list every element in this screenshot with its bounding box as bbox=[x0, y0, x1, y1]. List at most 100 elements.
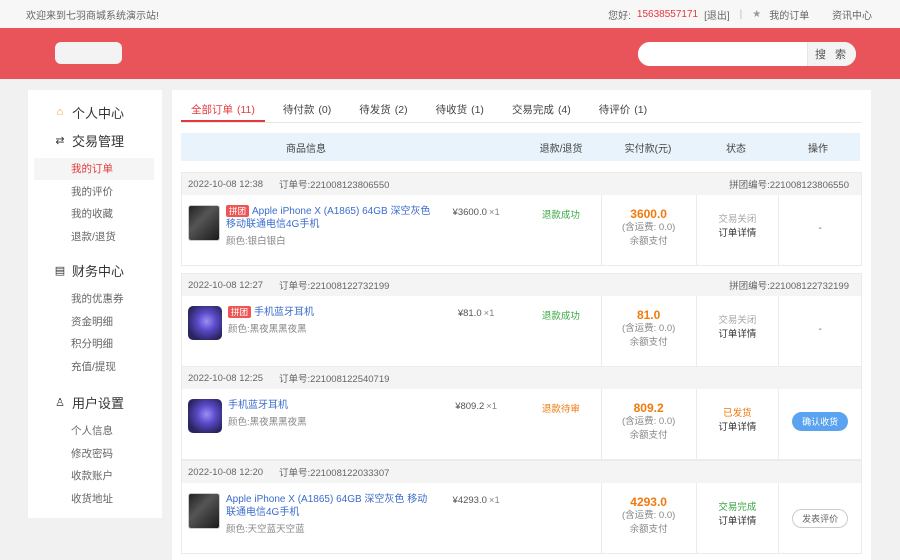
tab-label: 待发货 bbox=[359, 104, 391, 116]
tab-label: 交易完成 bbox=[511, 104, 554, 116]
news-center-link[interactable]: 资讯中心 bbox=[832, 7, 872, 22]
header-paid: 实付款(元) bbox=[624, 143, 672, 155]
paid-cell: 4293.0 (含运费: 0.0) 余额支付 bbox=[602, 483, 697, 553]
tab-count: (1) bbox=[634, 104, 648, 116]
sidebar-item[interactable]: 我的优惠券 bbox=[34, 288, 154, 310]
star-icon: ★ bbox=[752, 8, 762, 20]
product-info: 拼团 手机蓝牙耳机 颜色:黑夜黑黑夜黑 bbox=[228, 306, 314, 366]
product-name-link[interactable]: 手机蓝牙耳机 bbox=[228, 400, 288, 411]
group-number-label: 拼团编号: bbox=[729, 180, 770, 191]
my-orders-link[interactable]: 我的订单 bbox=[769, 7, 809, 22]
site-logo[interactable] bbox=[55, 42, 122, 64]
order-header: 2022-10-08 12:25 订单号:221008122540719 bbox=[182, 367, 861, 389]
tab-count: (1) bbox=[471, 104, 484, 116]
product-color: 颜色:黑夜黑黑夜黑 bbox=[228, 324, 307, 335]
order-tab[interactable]: 待付款 (0) bbox=[273, 98, 341, 122]
top-bar: 欢迎来到七羽商城系统演示站! 您好: 15638557171 [退出] | ★ … bbox=[0, 0, 900, 29]
search-button[interactable]: 搜 索 bbox=[807, 42, 856, 66]
paid-amount: 3600.0 bbox=[630, 207, 667, 221]
order-body: Apple iPhone X (A1865) 64GB 深空灰色 移动联通电信4… bbox=[182, 483, 861, 553]
group-number: 拼团编号:221008123806550 bbox=[729, 177, 849, 191]
write-review-button[interactable]: 发表评价 bbox=[792, 509, 849, 528]
sidebar-group-title: ♙ 用户设置 bbox=[28, 390, 124, 414]
action-cell: 确认收货 bbox=[779, 389, 861, 459]
paid-amount: 809.2 bbox=[633, 401, 664, 415]
product-name-link[interactable]: 手机蓝牙耳机 bbox=[254, 307, 314, 318]
price-cell: ¥4293.0 ×1 bbox=[431, 483, 521, 553]
user-phone[interactable]: 15638557171 bbox=[637, 9, 698, 20]
sidebar-item[interactable]: 我的订单 bbox=[34, 158, 154, 180]
phone-thumbnail[interactable] bbox=[188, 493, 220, 529]
no-action: - bbox=[818, 324, 822, 335]
product-name-row: 拼团 手机蓝牙耳机 bbox=[228, 306, 314, 319]
exchange-icon: ⇄ bbox=[55, 134, 65, 147]
order-tab[interactable]: 交易完成 (4) bbox=[502, 98, 581, 122]
order-number-label: 订单号: bbox=[279, 281, 311, 292]
tab-count: (11) bbox=[237, 104, 255, 116]
product-name-row: 拼团 Apple iPhone X (A1865) 64GB 深空灰色 移动联通电… bbox=[226, 205, 431, 231]
logout-link[interactable]: [退出] bbox=[704, 7, 730, 22]
order-date: 2022-10-08 12:25 bbox=[188, 372, 264, 384]
payment-method: 余额支付 bbox=[629, 236, 668, 247]
refund-status: 退款成功 bbox=[541, 210, 580, 221]
refund-status: 退款成功 bbox=[541, 311, 580, 322]
status-cell: 交易关闭 订单详情 bbox=[697, 296, 780, 366]
sidebar-item[interactable]: 充值/提现 bbox=[34, 356, 154, 378]
sidebar-item[interactable]: 我的评价 bbox=[34, 181, 154, 203]
sidebar-item[interactable]: 收货地址 bbox=[34, 488, 154, 510]
price-cell: ¥809.2 ×1 bbox=[431, 389, 521, 459]
action-cell: - bbox=[779, 296, 861, 366]
group-number-value: 221008123806550 bbox=[769, 180, 849, 191]
shipping-fee: (含运费: 0.0) bbox=[621, 323, 676, 334]
sidebar-group-label: 用户设置 bbox=[72, 395, 125, 411]
sidebar-item[interactable]: 退款/退货 bbox=[34, 226, 154, 248]
divider bbox=[819, 9, 822, 20]
product-cell: 拼团 Apple iPhone X (A1865) 64GB 深空灰色 移动联通电… bbox=[182, 195, 431, 265]
sidebar-item[interactable]: 修改密码 bbox=[34, 443, 154, 465]
phone-thumbnail[interactable] bbox=[188, 205, 220, 241]
sidebar-item[interactable]: 积分明细 bbox=[34, 333, 154, 355]
search-input[interactable] bbox=[638, 42, 807, 66]
product-name-link[interactable]: Apple iPhone X (A1865) 64GB 深空灰色 移动联通电信4… bbox=[226, 494, 427, 518]
order-detail-link[interactable]: 订单详情 bbox=[697, 328, 779, 342]
payment-method: 余额支付 bbox=[629, 337, 668, 348]
sidebar-item[interactable]: 资金明细 bbox=[34, 311, 154, 333]
order-status: 交易关闭 bbox=[718, 315, 757, 326]
sidebar: ⌂ 个人中心 ⇄ 交易管理 我的订单 我的评价 我的收藏 退款/退货 ▤ 财务中心 我的优惠券 资金明… bbox=[28, 90, 162, 518]
product-name-link[interactable]: Apple iPhone X (A1865) 64GB 深空灰色 移动联通电信4… bbox=[226, 206, 430, 230]
product-color: 颜色:黑夜黑黑夜黑 bbox=[228, 417, 307, 428]
action-cell: - bbox=[779, 195, 861, 265]
status-cell: 交易关闭 订单详情 bbox=[697, 195, 780, 265]
earphone-thumbnail[interactable] bbox=[188, 306, 222, 340]
no-action: - bbox=[818, 223, 822, 234]
order-tab[interactable]: 全部订单 (11) bbox=[181, 98, 265, 122]
site-header: 搜 索 bbox=[0, 28, 900, 79]
quantity: ×1 bbox=[486, 401, 498, 412]
group-number: 拼团编号:221008122732199 bbox=[729, 278, 849, 292]
earphone-thumbnail[interactable] bbox=[188, 399, 222, 433]
order-card: 2022-10-08 12:38 订单号:221008123806550 拼团编号:… bbox=[181, 172, 862, 266]
order-detail-link[interactable]: 订单详情 bbox=[697, 421, 779, 435]
order-body: 手机蓝牙耳机 颜色:黑夜黑黑夜黑 ¥809.2 ×1 退款待审 809.2 (含运费: 0.… bbox=[182, 389, 861, 459]
shipping-fee: (含运费: 0.0) bbox=[621, 222, 676, 233]
order-tab[interactable]: 待评价 (1) bbox=[589, 98, 657, 122]
main-panel: 全部订单 (11) 待付款 (0) 待发货 (2) 待收货 (1) 交易完成 (4) 待评价 (1) … bbox=[172, 90, 871, 560]
shipping-fee: (含运费: 0.0) bbox=[621, 510, 676, 521]
tab-count: (2) bbox=[394, 104, 408, 116]
refund-cell: 退款成功 bbox=[521, 195, 602, 265]
order-status: 交易完成 bbox=[718, 502, 757, 513]
home-icon: ⌂ bbox=[56, 106, 64, 118]
order-tab[interactable]: 待发货 (2) bbox=[349, 98, 417, 122]
greeting-text: 您好: bbox=[608, 10, 631, 22]
sidebar-item[interactable]: 个人信息 bbox=[34, 420, 154, 442]
order-detail-link[interactable]: 订单详情 bbox=[697, 515, 779, 529]
order-detail-link[interactable]: 订单详情 bbox=[697, 227, 779, 241]
tab-count: (0) bbox=[318, 104, 332, 116]
product-cell: 手机蓝牙耳机颜色:黑夜黑黑夜黑 bbox=[182, 389, 431, 459]
confirm-receipt-button[interactable]: 确认收货 bbox=[792, 412, 849, 431]
group-buy-tag: 拼团 bbox=[226, 205, 250, 217]
header-refund: 退款/退货 bbox=[539, 143, 583, 155]
sidebar-item[interactable]: 收款账户 bbox=[34, 465, 154, 487]
order-tab[interactable]: 待收货 (1) bbox=[426, 98, 494, 122]
sidebar-item[interactable]: 我的收藏 bbox=[34, 203, 154, 225]
